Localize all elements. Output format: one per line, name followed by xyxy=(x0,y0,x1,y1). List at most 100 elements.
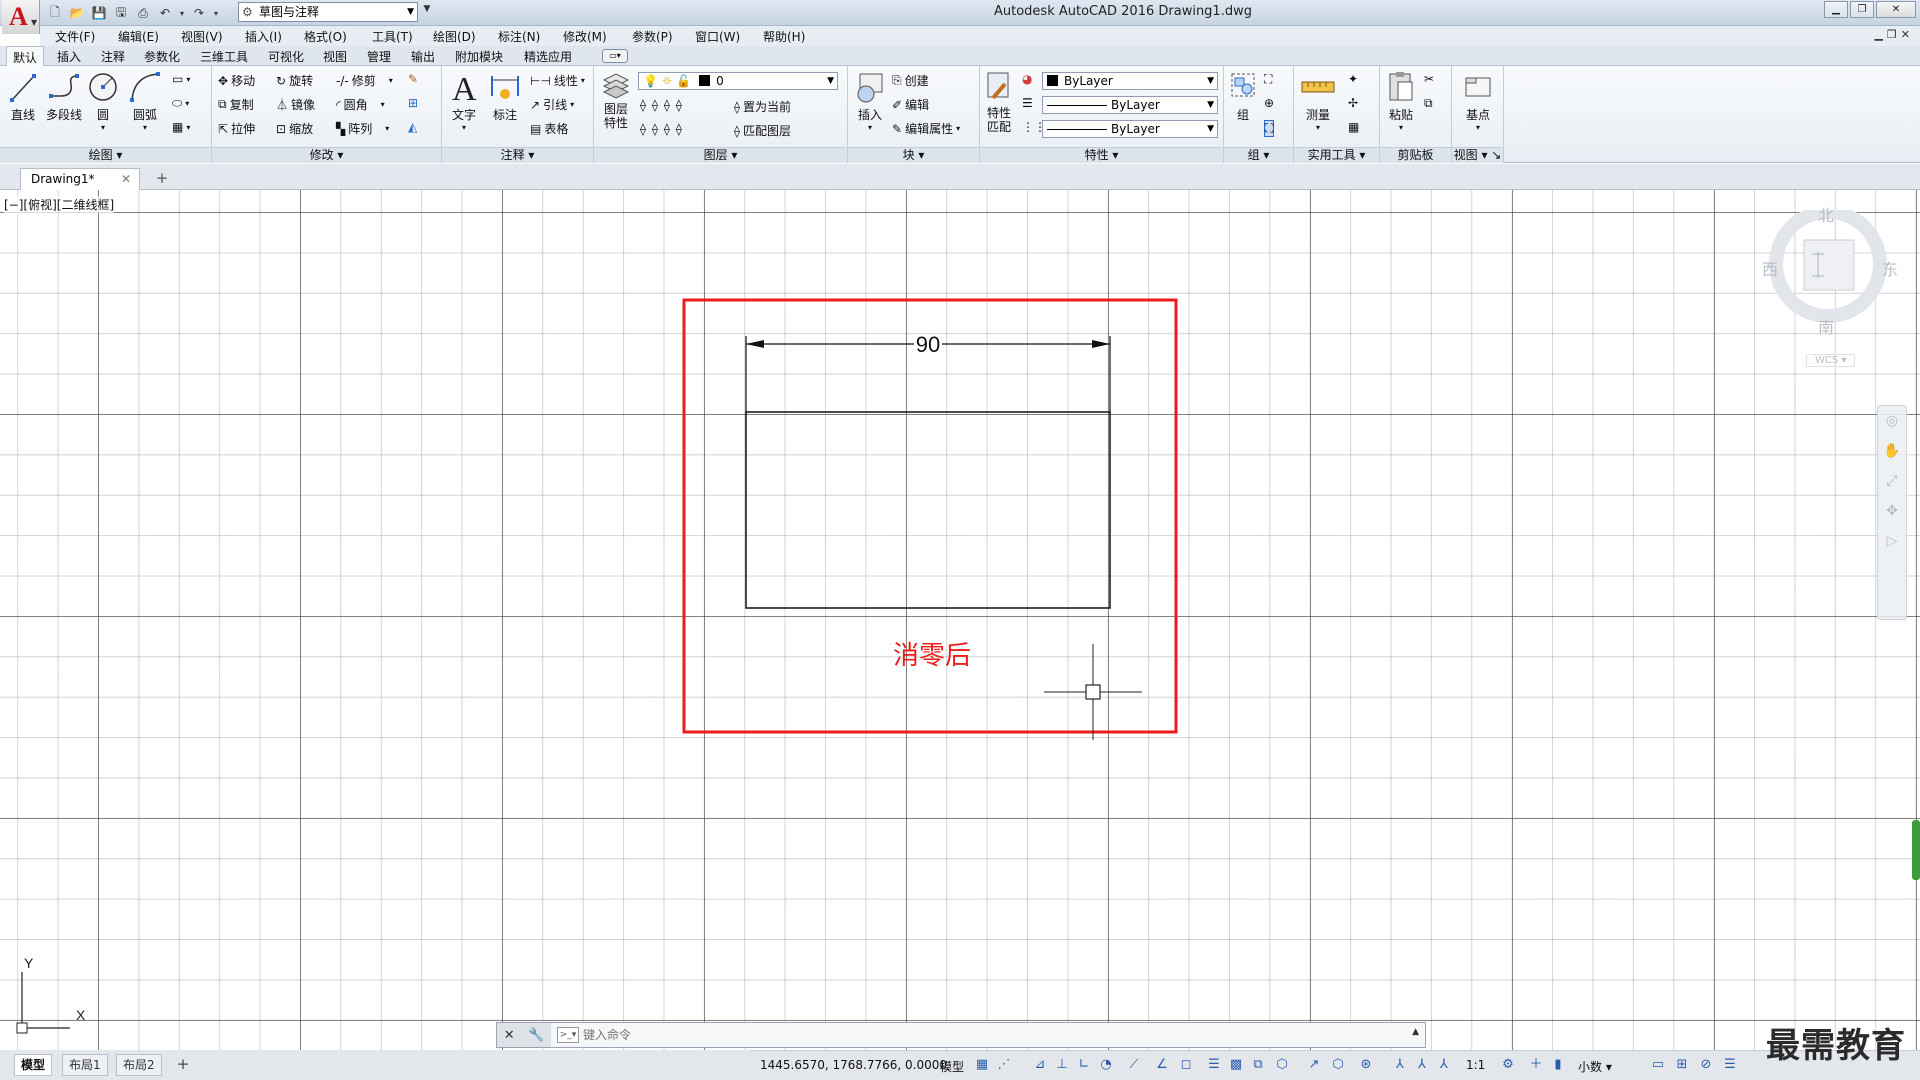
panel-title-properties[interactable]: 特性 ▾ xyxy=(980,147,1223,163)
chevron-down-icon[interactable]: ▾ xyxy=(852,123,888,132)
leader-button[interactable]: ↗ 引线 ▾ xyxy=(530,96,574,113)
new-tab-button[interactable]: + xyxy=(152,170,172,188)
hatch-button[interactable]: ▦ ▾ xyxy=(172,120,190,134)
line-button[interactable]: 直线 xyxy=(8,70,38,123)
rotate-button[interactable]: ↻ 旋转 xyxy=(276,72,313,89)
circle-button[interactable]: 圆 ▾ xyxy=(88,70,118,132)
tab-view[interactable]: 视图 xyxy=(323,48,347,65)
layout-tab-layout1[interactable]: 布局1 xyxy=(62,1054,108,1076)
viewcube[interactable]: 北 南 东 西 WCS ▾ xyxy=(1752,206,1902,370)
tab-3d-tools[interactable]: 三维工具 xyxy=(200,48,248,65)
object-snap-tracking-icon[interactable]: ∠ xyxy=(1154,1057,1170,1073)
base-view-button[interactable]: 基点 ▾ xyxy=(1458,70,1498,132)
lineweight-toggle-icon[interactable]: ☰ xyxy=(1206,1057,1222,1073)
layer-off-icon[interactable]: ⟠ xyxy=(640,98,646,112)
tab-default[interactable]: 默认 xyxy=(6,46,45,67)
close-icon[interactable]: ✕ xyxy=(121,169,131,189)
match-layer-button[interactable]: ⟠ 匹配图层 xyxy=(734,122,791,139)
panel-title-clipboard[interactable]: 剪贴板 xyxy=(1380,147,1451,163)
trim-button[interactable]: -/- 修剪 ▾ xyxy=(336,72,393,89)
tab-manage[interactable]: 管理 xyxy=(367,48,391,65)
quick-select-button[interactable]: ✦ xyxy=(1348,72,1358,86)
layer-unlock-icon[interactable]: ⟠ xyxy=(676,122,682,136)
panel-title-block[interactable]: 块 ▾ xyxy=(848,147,979,163)
arc-button[interactable]: 圆弧 ▾ xyxy=(128,70,162,132)
create-block-button[interactable]: ⎘ 创建 xyxy=(892,72,929,89)
copy-button[interactable]: ⧉ 复制 xyxy=(218,96,254,113)
layer-isolate-icon[interactable]: ⟠ xyxy=(652,98,658,112)
tab-featured-apps[interactable]: 精选应用 xyxy=(524,48,572,65)
isodraft-icon[interactable]: ⟋ xyxy=(1126,1057,1142,1073)
wrench-icon[interactable]: 🔧 xyxy=(528,1028,544,1043)
model-space-button[interactable]: 模型 xyxy=(940,1058,964,1075)
3d-osnap-icon[interactable]: ⬡ xyxy=(1274,1057,1290,1073)
scale-button[interactable]: ⊡ 缩放 xyxy=(276,120,313,137)
polyline-button[interactable]: 多段线 xyxy=(44,70,84,123)
layout-tab-model[interactable]: 模型 xyxy=(14,1054,53,1076)
erase-button[interactable]: ✎ xyxy=(408,72,418,86)
coordinate-readout[interactable]: 1445.6570, 1768.7766, 0.0000 xyxy=(760,1058,947,1072)
lineweight-button[interactable]: ☰ xyxy=(1022,96,1033,110)
ellipse-button[interactable]: ⬭ ▾ xyxy=(172,96,189,111)
minimize-button[interactable]: ▁ xyxy=(1824,1,1848,18)
gizmo-icon[interactable]: ⊛ xyxy=(1358,1057,1374,1073)
layer-lock-icon[interactable]: ⟠ xyxy=(676,98,682,112)
customize-icon[interactable]: ☰ xyxy=(1722,1057,1738,1073)
chevron-up-icon[interactable]: ▲ xyxy=(1412,1027,1419,1037)
group-edit-button[interactable]: ⊕ xyxy=(1264,96,1274,110)
panel-title-draw[interactable]: 绘图 ▾ xyxy=(0,147,211,163)
measure-button[interactable]: 测量 ▾ xyxy=(1298,70,1338,132)
menu-item-8[interactable]: 修改(M) xyxy=(563,28,607,45)
chevron-down-icon[interactable]: ▾ xyxy=(1298,123,1338,132)
table-button[interactable]: ▤ 表格 xyxy=(530,120,568,137)
tab-visualize[interactable]: 可视化 xyxy=(268,48,304,65)
close-icon[interactable]: ✕ xyxy=(504,1028,515,1043)
auto-scale-icon[interactable]: ⅄ xyxy=(1414,1057,1430,1073)
edit-attributes-button[interactable]: ✎ 编辑属性 ▾ xyxy=(892,120,960,137)
panel-title-utilities[interactable]: 实用工具 ▾ xyxy=(1294,147,1379,163)
panel-title-layers[interactable]: 图层 ▾ xyxy=(594,147,847,163)
linetype-dropdown[interactable]: ByLayer ▼ xyxy=(1042,96,1218,114)
set-current-button[interactable]: ⟠ 置为当前 xyxy=(734,98,791,115)
mirror-button[interactable]: ⏃ 镜像 xyxy=(276,96,315,113)
vertical-scrollbar-thumb[interactable] xyxy=(1912,820,1920,880)
grid-icon[interactable]: ▦ xyxy=(974,1057,990,1073)
rectangle-button[interactable]: ▭ ▾ xyxy=(172,72,190,86)
chevron-down-icon[interactable]: ▾ xyxy=(448,123,480,132)
annotation-scale-value[interactable]: 1:1 xyxy=(1466,1058,1485,1072)
menu-item-9[interactable]: 参数(P) xyxy=(632,28,673,45)
drawing-canvas[interactable]: [−][俯视][二维线框] 90 消零后 Y X 北 南 东 西 WCS ▾ ◎… xyxy=(0,190,1920,1050)
copy-clip-button[interactable]: ⧉ xyxy=(1424,96,1433,111)
viewcube-west[interactable]: 西 xyxy=(1762,256,1778,280)
zoom-extents-icon[interactable]: ⤢ xyxy=(1878,466,1906,496)
ucs-icon[interactable]: Y X xyxy=(16,955,86,1034)
add-layout-button[interactable]: + xyxy=(174,1056,192,1074)
clean-screen-icon[interactable]: ⊘ xyxy=(1698,1057,1714,1073)
polar-tracking-icon[interactable]: ◔ xyxy=(1098,1057,1114,1073)
snap-icon[interactable]: ⋰ xyxy=(996,1057,1012,1073)
cut-button[interactable]: ✂ xyxy=(1424,72,1434,86)
stretch-button[interactable]: ⇱ 拉伸 xyxy=(218,120,255,137)
tab-insert[interactable]: 插入 xyxy=(57,48,81,65)
transparency-icon[interactable]: ▩ xyxy=(1228,1057,1244,1073)
annotation-visibility-icon[interactable]: ⅄ xyxy=(1392,1057,1408,1073)
explode-button[interactable]: ⊞ xyxy=(408,96,418,110)
ungroup-button[interactable]: ⛶ xyxy=(1264,72,1272,87)
save-as-icon[interactable]: 🖫 xyxy=(112,4,130,22)
close-button[interactable]: ✕ xyxy=(1876,1,1916,18)
restore-button[interactable]: ❐ xyxy=(1850,1,1874,18)
drawn-rectangle[interactable] xyxy=(745,411,1111,609)
tab-parametric[interactable]: 参数化 xyxy=(144,48,180,65)
menu-item-6[interactable]: 绘图(D) xyxy=(433,28,476,45)
point-style-button[interactable]: ✢ xyxy=(1348,96,1358,110)
chevron-down-icon[interactable]: ▾ xyxy=(1458,123,1498,132)
menu-item-0[interactable]: 文件(F) xyxy=(55,28,95,45)
orbit-icon[interactable]: ✥ xyxy=(1878,496,1906,526)
steering-wheel-icon[interactable]: ◎ xyxy=(1878,406,1906,436)
color-wheel-button[interactable]: ◕ xyxy=(1022,72,1032,86)
chevron-down-icon[interactable]: ▾ xyxy=(178,4,186,22)
panel-title-annotation[interactable]: 注释 ▾ xyxy=(442,147,593,163)
text-button[interactable]: A 文字 ▾ xyxy=(448,70,480,132)
chevron-down-icon[interactable]: ▾ xyxy=(1384,123,1418,132)
layer-thaw-icon[interactable]: ⟠ xyxy=(664,122,670,136)
